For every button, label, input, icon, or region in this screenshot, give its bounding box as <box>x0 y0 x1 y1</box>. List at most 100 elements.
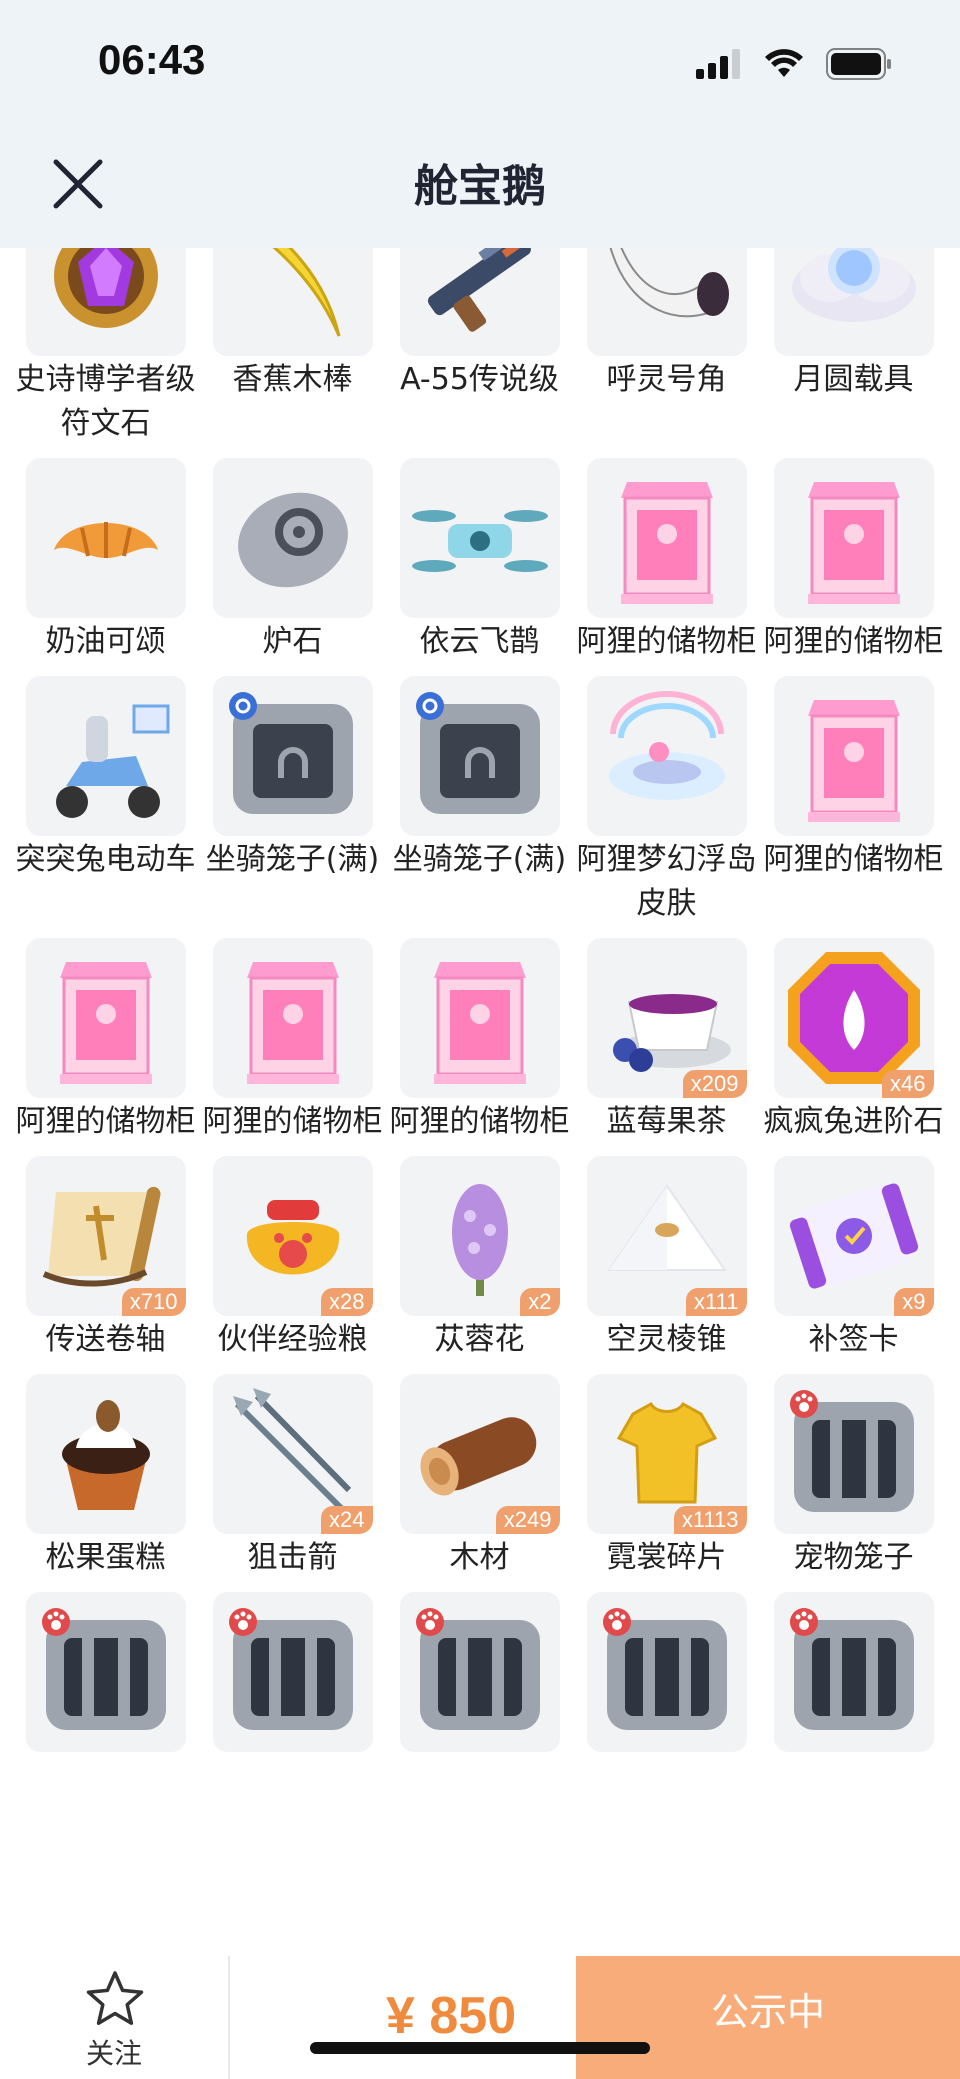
item-card[interactable]: 坐骑笼子(满) <box>386 676 573 926</box>
item-name: 阿狸的储物柜 <box>389 1104 570 1139</box>
item-thumbnail <box>25 938 186 1098</box>
item-card[interactable]: x209 蓝莓果茶 <box>573 938 760 1144</box>
item-card[interactable]: 炉石 <box>199 458 386 664</box>
item-name: 阿狸的储物柜 <box>202 1104 383 1139</box>
item-name: 阿狸的储物柜 <box>576 624 757 659</box>
item-count-badge: x9 <box>894 1288 934 1316</box>
pet-cage-icon <box>602 1608 727 1730</box>
item-thumbnail: x28 <box>212 1156 373 1316</box>
item-card[interactable] <box>573 1592 760 1798</box>
item-card[interactable]: 香蕉木棒 <box>199 248 386 446</box>
item-thumbnail <box>25 1592 186 1752</box>
mount-cage-icon <box>415 692 540 814</box>
item-name: 突突兔电动车 <box>15 842 196 877</box>
item-thumbnail <box>586 1592 747 1752</box>
item-card[interactable]: 奶油可颂 <box>12 458 199 664</box>
item-count-badge: x209 <box>682 1070 747 1098</box>
item-count-badge: x28 <box>321 1288 373 1316</box>
top-bar: 06:43 舱宝鹅 <box>0 0 960 248</box>
item-name: 蓝莓果茶 <box>606 1104 727 1139</box>
follow-label: 关注 <box>85 2037 142 2070</box>
item-card[interactable] <box>12 1592 199 1798</box>
battery-icon <box>826 48 891 80</box>
item-card[interactable]: 阿狸的储物柜 <box>573 458 760 664</box>
item-count-badge: x249 <box>495 1506 560 1534</box>
pink-cabinet-icon <box>59 962 152 1084</box>
item-card[interactable]: 阿狸的储物柜 <box>386 938 573 1144</box>
item-card[interactable]: x28 伙伴经验粮 <box>199 1156 386 1362</box>
item-card[interactable]: 阿狸的储物柜 <box>760 676 947 926</box>
item-card[interactable]: x24 狙击箭 <box>199 1374 386 1580</box>
item-thumbnail <box>399 1592 560 1752</box>
pet-cage-icon <box>415 1608 540 1730</box>
item-name: 伙伴经验粮 <box>217 1322 368 1357</box>
item-card[interactable]: x1113 霓裳碎片 <box>573 1374 760 1580</box>
item-grid: 史诗博学者级符文石 香蕉木棒 A-55传说级 呼灵号角 月圆载具 奶油可颂 炉石 依云飞鹊 阿狸… <box>12 248 948 1798</box>
price: ¥ 850 <box>386 1987 517 2045</box>
item-card[interactable]: 月圆载具 <box>760 248 947 446</box>
item-card[interactable]: 依云飞鹊 <box>386 458 573 664</box>
item-grid-scroll[interactable]: 史诗博学者级符文石 香蕉木棒 A-55传说级 呼灵号角 月圆载具 奶油可颂 炉石 依云飞鹊 阿狸… <box>0 248 960 1956</box>
item-count-badge: x710 <box>121 1288 186 1316</box>
item-card[interactable]: x9 补签卡 <box>760 1156 947 1362</box>
item-card[interactable]: 阿狸的储物柜 <box>12 938 199 1144</box>
item-name: 阿狸的储物柜 <box>15 1104 196 1139</box>
item-name: 奶油可颂 <box>45 624 166 659</box>
item-name: 坐骑笼子(满) <box>205 842 380 877</box>
floating-island-icon <box>608 691 725 800</box>
item-thumbnail: x1113 <box>586 1374 747 1534</box>
item-thumbnail <box>399 248 560 356</box>
item-count-badge: x46 <box>882 1070 934 1098</box>
item-thumbnail: x24 <box>212 1374 373 1534</box>
item-name: 苁蓉花 <box>434 1322 525 1357</box>
item-card[interactable]: A-55传说级 <box>386 248 573 446</box>
item-card[interactable]: 阿狸的储物柜 <box>199 938 386 1144</box>
item-name: 阿狸的储物柜 <box>763 842 944 877</box>
item-card[interactable]: x249 木材 <box>386 1374 573 1580</box>
item-card[interactable]: 史诗博学者级符文石 <box>12 248 199 446</box>
item-card[interactable]: x111 空灵棱锥 <box>573 1156 760 1362</box>
follow-button[interactable]: 关注 <box>0 1956 228 2079</box>
item-thumbnail <box>212 676 373 836</box>
item-card[interactable] <box>760 1592 947 1798</box>
item-thumbnail <box>586 676 747 836</box>
item-name: 补签卡 <box>808 1322 899 1357</box>
horn-icon <box>609 248 729 318</box>
status-button[interactable]: 公示中 <box>576 1956 960 2079</box>
bar-divider <box>228 1956 230 2079</box>
item-card[interactable]: 呼灵号角 <box>573 248 760 446</box>
item-card[interactable]: 宠物笼子 <box>760 1374 947 1580</box>
item-name <box>575 1754 759 1798</box>
item-thumbnail <box>399 458 560 618</box>
item-card[interactable] <box>386 1592 573 1798</box>
item-thumbnail <box>399 676 560 836</box>
item-name: 霓裳碎片 <box>606 1540 727 1575</box>
home-indicator <box>310 2042 650 2054</box>
bottom-bar: 关注 ¥ 850 公示中 <box>0 1956 960 2079</box>
item-name: 宠物笼子 <box>793 1540 914 1575</box>
star-icon <box>86 1971 144 2025</box>
item-card[interactable]: 坐骑笼子(满) <box>199 676 386 926</box>
pink-cabinet-icon <box>620 482 713 604</box>
item-card[interactable]: 阿狸梦幻浮岛皮肤 <box>573 676 760 926</box>
mount-cage-icon <box>228 692 353 814</box>
item-name: 香蕉木棒 <box>232 362 353 397</box>
item-card[interactable]: 松果蛋糕 <box>12 1374 199 1580</box>
item-card[interactable]: x46 疯疯兔进阶石 <box>760 938 947 1144</box>
wifi-icon <box>765 49 803 77</box>
item-card[interactable] <box>199 1592 386 1798</box>
scooter-icon <box>55 704 169 818</box>
status-icons <box>696 46 892 82</box>
moon-cloud-icon <box>791 248 916 322</box>
item-card[interactable]: x710 传送卷轴 <box>12 1156 199 1362</box>
item-card[interactable]: x2 苁蓉花 <box>386 1156 573 1362</box>
item-card[interactable]: 阿狸的储物柜 <box>760 458 947 664</box>
item-thumbnail <box>25 248 186 356</box>
pink-cabinet-icon <box>246 962 339 1084</box>
item-thumbnail <box>212 248 373 356</box>
item-thumbnail <box>773 248 934 356</box>
item-name <box>14 1754 198 1798</box>
item-count-badge: x24 <box>321 1506 373 1534</box>
item-name: 木材 <box>449 1540 510 1575</box>
item-card[interactable]: 突突兔电动车 <box>12 676 199 926</box>
